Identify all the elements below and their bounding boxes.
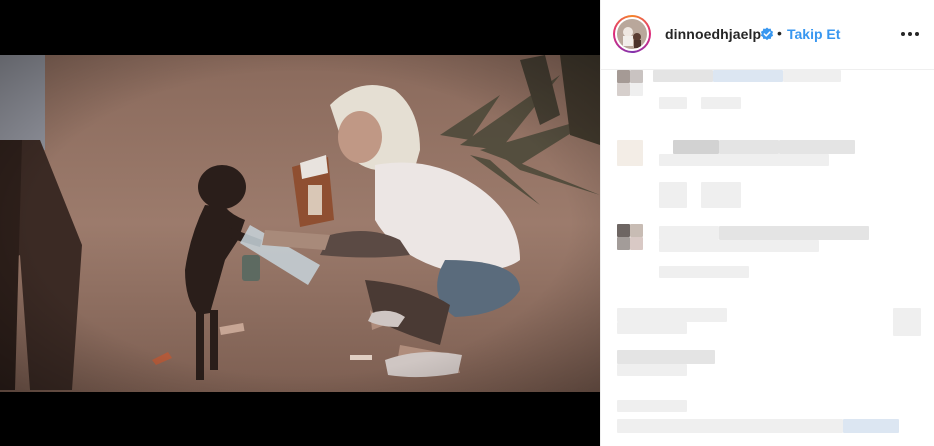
separator-dot: • — [777, 25, 782, 41]
avatar-image — [617, 19, 647, 49]
post-image[interactable] — [0, 55, 600, 392]
comment-avatar[interactable] — [617, 140, 643, 166]
post-media-pane — [0, 0, 600, 446]
follow-button[interactable]: Takip Et — [787, 26, 840, 42]
more-horizontal-icon[interactable] — [899, 26, 921, 42]
comment-avatar[interactable] — [617, 70, 643, 96]
avatar-frame — [615, 17, 649, 51]
username-link[interactable]: dinnoedhjaelp — [665, 26, 761, 42]
avatar[interactable] — [613, 15, 651, 53]
comment-avatar[interactable] — [617, 224, 643, 250]
verified-badge-icon — [760, 27, 774, 41]
comments-list — [601, 70, 934, 446]
post-side-pane: dinnoedhjaelp • Takip Et — [600, 0, 934, 446]
post-header: dinnoedhjaelp • Takip Et — [601, 0, 934, 70]
